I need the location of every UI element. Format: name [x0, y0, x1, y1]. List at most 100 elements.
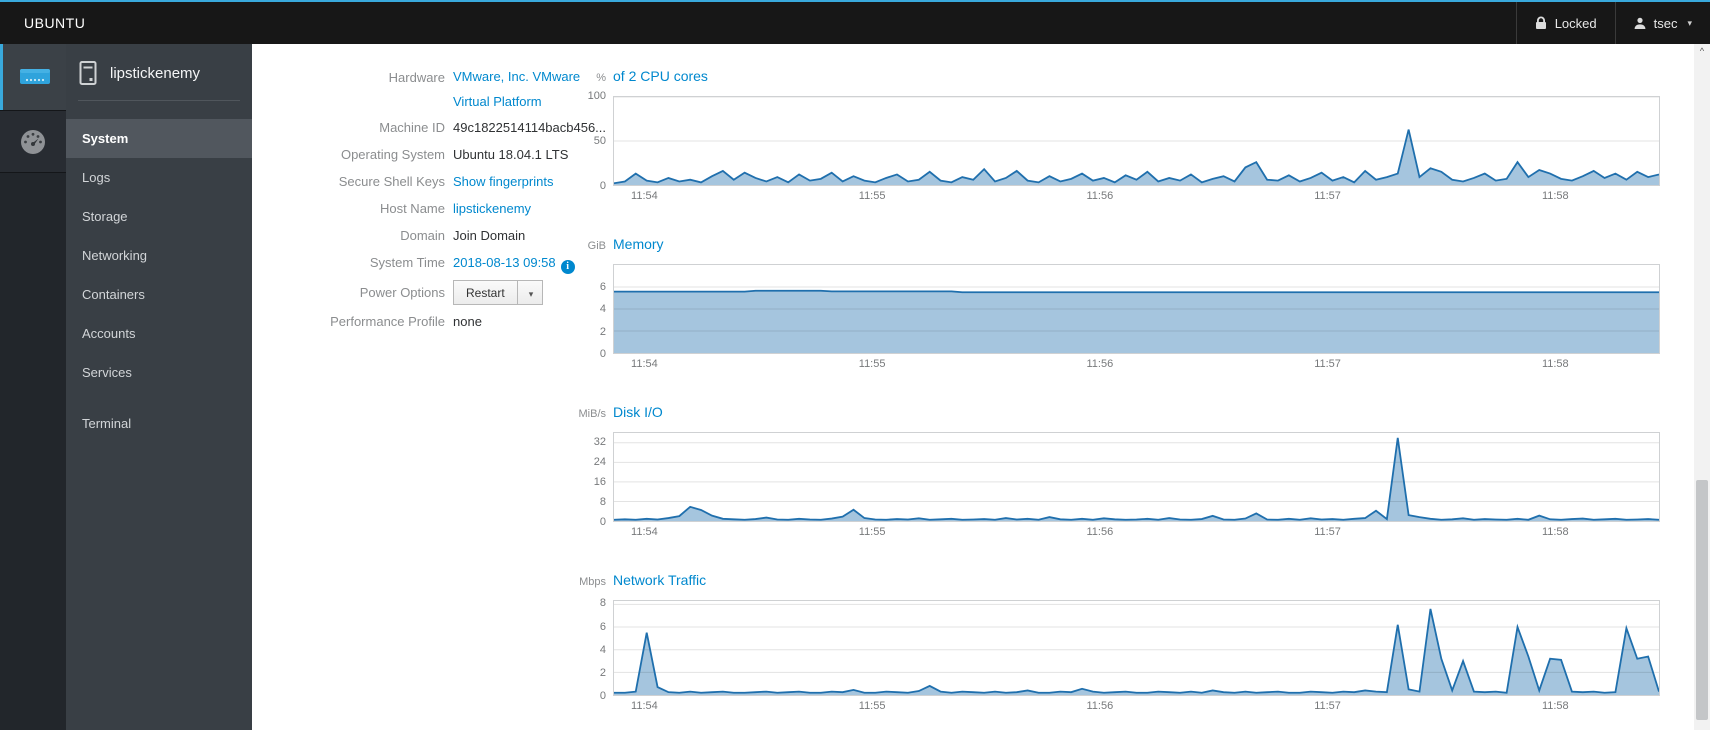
cpu-xtick: 11:56 [1086, 190, 1114, 202]
disk-io-chart-title-link[interactable]: Disk I/O [613, 404, 663, 420]
network-plot-area [613, 600, 1660, 696]
memory-plot-area [613, 264, 1660, 354]
network-ytick: 8 [599, 597, 606, 610]
network-ytick: 6 [599, 620, 606, 633]
disk-io-unit-label: MiB/s [578, 408, 607, 420]
hostname-link[interactable]: lipstickenemy [453, 201, 531, 216]
network-chart: Mbps Network Traffic 8 6 4 2 0 11:54 11:55 11:56… [565, 572, 1660, 716]
system-time-link[interactable]: 2018-08-13 09:58 [453, 255, 556, 270]
disk-io-xtick: 11:56 [1086, 526, 1114, 538]
cpu-chart: % of 2 CPU cores 100 50 0 11:54 11:55 11:56 11:… [565, 68, 1660, 206]
sidebar-item-logs[interactable]: Logs [66, 158, 252, 197]
restart-button[interactable]: Restart [453, 280, 518, 305]
info-label: Power Options [359, 284, 445, 300]
sidebar-item-storage[interactable]: Storage [66, 197, 252, 236]
disk-io-ytick: 8 [599, 496, 606, 508]
cpu-unit-label: % [596, 72, 606, 84]
brand-logo: UBUNTU [24, 15, 86, 31]
info-label: Domain [400, 228, 445, 243]
sidebar-item-terminal[interactable]: Terminal [66, 404, 252, 443]
sidebar-item-services[interactable]: Services [66, 353, 252, 392]
chevron-down-icon: ▾ [528, 288, 534, 299]
host-name: lipstickenemy [110, 64, 201, 82]
sidebar-item-containers[interactable]: Containers [66, 275, 252, 314]
sidebar-divider [78, 100, 240, 101]
lock-status-label: Locked [1554, 15, 1597, 31]
memory-xtick: 11:54 [631, 358, 658, 370]
monitoring-charts: % of 2 CPU cores 100 50 0 11:54 11:55 11:56 11:… [565, 68, 1660, 746]
user-icon [1634, 17, 1646, 29]
network-xtick: 11:55 [858, 700, 886, 712]
sidebar-item-system[interactable]: System [66, 119, 252, 158]
info-label: Machine ID [379, 120, 445, 135]
user-name-label: tsec [1653, 15, 1678, 31]
show-fingerprints-link[interactable]: Show fingerprints [453, 174, 553, 189]
system-page: Hardware VMware, Inc. VMware Virtual Pla… [252, 44, 1694, 730]
cpu-xtick: 11:55 [858, 190, 886, 202]
info-label: Host Name [379, 201, 445, 216]
cpu-chart-title-link[interactable]: of 2 CPU cores [613, 68, 708, 84]
server-icon [18, 64, 52, 90]
machine-tab-selected[interactable] [0, 44, 66, 110]
sidebar-item-accounts[interactable]: Accounts [66, 314, 252, 353]
disk-io-xtick: 11:58 [1541, 526, 1569, 538]
scrollbar[interactable]: ^ [1694, 44, 1710, 730]
disk-io-xtick: 11:57 [1314, 526, 1341, 538]
disk-io-ytick: 32 [593, 435, 606, 448]
cpu-xtick: 11:54 [631, 190, 658, 202]
os-value: Ubuntu 18.04.1 LTS [453, 147, 569, 162]
disk-io-plot-area [613, 432, 1660, 522]
info-label: System Time [369, 255, 445, 270]
disk-io-ytick: 16 [593, 476, 606, 488]
memory-xtick: 11:58 [1541, 358, 1569, 370]
info-label: Operating System [340, 147, 445, 162]
network-ytick: 2 [599, 666, 606, 679]
memory-chart: GiB Memory 6 4 2 0 11:54 11:55 11:56 11:57 11:58 [565, 236, 1660, 374]
memory-xtick: 11:56 [1086, 358, 1114, 370]
cpu-ytick: 100 [587, 90, 606, 102]
machine-switcher-strip [0, 44, 66, 730]
info-label: Secure Shell Keys [338, 174, 445, 189]
scroll-up-arrow[interactable]: ^ [1694, 44, 1710, 60]
chevron-down-icon: ▾ [1687, 17, 1692, 28]
memory-ytick: 2 [599, 325, 606, 338]
sidebar-menu: System Logs Storage Networking Container… [66, 119, 252, 443]
hardware-link-line2[interactable]: Virtual Platform [453, 94, 542, 109]
disk-io-chart: MiB/s Disk I/O 32 24 16 8 0 11:54 11:55 11:56 11:… [565, 404, 1660, 542]
info-label: Hardware [388, 70, 445, 85]
cpu-ytick: 50 [593, 135, 606, 147]
gauge-icon [19, 128, 47, 156]
scrollbar-thumb[interactable] [1696, 480, 1708, 720]
network-xtick: 11:56 [1086, 700, 1114, 712]
memory-ytick: 6 [599, 280, 606, 293]
join-domain-value[interactable]: Join Domain [453, 222, 525, 249]
sidebar: lipstickenemy System Logs Storage Networ… [66, 44, 252, 730]
network-ytick: 4 [599, 643, 606, 656]
power-options-toggle[interactable]: ▾ [517, 280, 544, 305]
network-unit-label: Mbps [579, 576, 606, 588]
host-machine-icon [78, 60, 98, 86]
cpu-xtick: 11:57 [1314, 190, 1341, 202]
user-menu[interactable]: tsec ▾ [1614, 2, 1710, 44]
memory-unit-label: GiB [587, 240, 606, 252]
memory-xtick: 11:57 [1314, 358, 1341, 370]
cpu-plot-area [613, 96, 1660, 186]
dashboard-tab[interactable] [0, 110, 66, 173]
hardware-link[interactable]: VMware, Inc. VMware [453, 69, 580, 84]
disk-io-xtick: 11:54 [631, 526, 658, 538]
info-label: Performance Profile [330, 314, 445, 329]
top-navbar: UBUNTU Locked tsec ▾ [0, 0, 1710, 44]
network-xtick: 11:57 [1314, 700, 1341, 712]
host-header: lipstickenemy [66, 44, 252, 100]
performance-profile-value: none [453, 314, 482, 329]
memory-xtick: 11:55 [858, 358, 886, 370]
memory-chart-title-link[interactable]: Memory [613, 236, 664, 252]
sidebar-item-networking[interactable]: Networking [66, 236, 252, 275]
network-chart-title-link[interactable]: Network Traffic [613, 572, 706, 588]
lock-status-button[interactable]: Locked [1515, 2, 1615, 44]
disk-io-ytick: 24 [593, 456, 606, 468]
disk-io-xtick: 11:55 [858, 526, 886, 538]
network-xtick: 11:58 [1541, 700, 1569, 712]
lock-icon [1535, 16, 1547, 30]
network-xtick: 11:54 [631, 700, 658, 712]
